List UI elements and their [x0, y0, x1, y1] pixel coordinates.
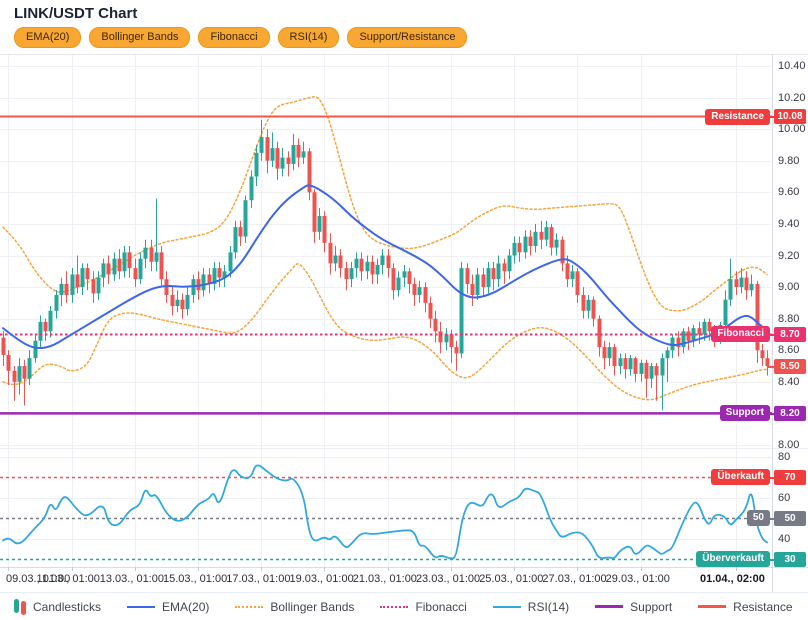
- fibonacci-label-badge: Fibonacci: [711, 326, 770, 343]
- legend-line-swatch: [698, 605, 727, 608]
- time-tick-mark: [735, 567, 737, 571]
- price-tick-label: 10.20: [778, 91, 806, 104]
- price-tick-label: 8.40: [778, 375, 800, 388]
- rsi-overbought-price-badge: 70: [768, 469, 806, 485]
- chart-legend: Candlesticks EMA(20) Bollinger Bands Fibona…: [0, 592, 808, 620]
- legend-line-swatch: [380, 605, 409, 608]
- price-tick-label: 9.80: [778, 154, 800, 167]
- indicator-toggle-0[interactable]: EMA(20): [14, 27, 82, 48]
- price-tick-label: 10.00: [778, 123, 806, 136]
- price-tick-label: 8.60: [778, 344, 800, 357]
- time-tick-mark: [514, 567, 516, 571]
- legend-line-swatch: [127, 605, 156, 608]
- support-price-badge: 8.20: [768, 405, 806, 421]
- resistance-price-badge: 10.08: [768, 109, 806, 125]
- price-tick-label: 9.40: [778, 217, 800, 230]
- indicator-toggle-bar: EMA(20) Bollinger Bands Fibonacci RSI(14) Su…: [14, 27, 468, 48]
- legend-label: Candlesticks: [33, 599, 102, 614]
- rsi-oversold-label-badge: Überverkauft: [696, 551, 770, 567]
- legend-label: Bollinger Bands: [270, 599, 355, 614]
- price-tick-label: 9.00: [778, 281, 800, 294]
- legend-label: Fibonacci: [415, 599, 467, 614]
- rsi-tick-label: 40: [778, 532, 791, 545]
- rsi-midline-label-badge: 50: [746, 510, 770, 526]
- rsi-midline-price-badge: 50: [768, 510, 806, 526]
- legend-item-2: Bollinger Bands: [235, 600, 354, 614]
- time-tick-label: 29.03., 01:00: [605, 573, 670, 585]
- time-tick-mark: [450, 567, 452, 571]
- legend-item-3: Fibonacci: [380, 599, 467, 614]
- indicator-toggle-3[interactable]: RSI(14): [277, 27, 340, 48]
- rsi-tick-label: 60: [778, 491, 791, 504]
- time-tick-mark: [324, 567, 326, 571]
- legend-item-4: RSI(14): [492, 599, 570, 614]
- indicator-toggle-2[interactable]: Fibonacci: [198, 27, 270, 48]
- legend-item-5: Support: [595, 600, 672, 614]
- time-tick-mark: [71, 567, 73, 571]
- legend-label: RSI(14): [527, 599, 570, 614]
- time-scale-border: [0, 567, 808, 568]
- legend-line-swatch: [235, 605, 264, 608]
- time-tick-mark: [197, 567, 199, 571]
- resistance-label-badge: Resistance: [705, 108, 770, 125]
- legend-item-6: Resistance: [698, 599, 793, 614]
- price-tick-label: 9.60: [778, 186, 800, 199]
- rsi-pane-canvas[interactable]: [0, 449, 772, 567]
- time-tick-mark: [8, 567, 10, 571]
- time-tick-label: 13.03., 01:00: [99, 573, 164, 585]
- price-tick-label: 8.00: [778, 439, 800, 451]
- price-tick-label: 8.80: [778, 312, 800, 325]
- legend-line-swatch: [595, 605, 624, 608]
- rsi-overbought-label-badge: Überkauft: [711, 469, 770, 485]
- rsi-tick-label: 80: [778, 450, 791, 463]
- price-tick-label: 10.40: [778, 60, 806, 72]
- legend-label: EMA(20): [162, 599, 210, 614]
- time-tick-mark: [640, 567, 642, 571]
- time-tick-label: 25.03., 01:00: [479, 573, 544, 585]
- legend-label: Resistance: [733, 599, 793, 614]
- price-scale-border: [772, 54, 773, 592]
- time-tick-label: 23.03., 01:00: [415, 573, 481, 585]
- time-tick-label: 01.04., 02:00: [700, 573, 765, 585]
- indicator-toggle-4[interactable]: Support/Resistance: [347, 27, 468, 48]
- time-tick-mark: [261, 567, 263, 571]
- time-tick-label: 17.03., 01:00: [226, 573, 291, 585]
- legend-item-1: EMA(20): [127, 600, 209, 614]
- legend-label: Support: [630, 599, 673, 614]
- time-tick-label: 11.03., 01:00: [36, 573, 100, 585]
- indicator-toggle-1[interactable]: Bollinger Bands: [89, 27, 191, 48]
- last-price-badge: 8.50: [768, 358, 806, 374]
- price-pane-canvas[interactable]: [0, 55, 772, 449]
- legend-line-swatch: [492, 605, 521, 608]
- rsi-oversold-price-badge: 30: [768, 551, 806, 567]
- chart-app: LINK/USDT Chart EMA(20) Bollinger Bands Fi…: [0, 0, 808, 620]
- pane-separator: [0, 448, 808, 449]
- time-tick-mark: [134, 567, 136, 571]
- legend-item-0: Candlesticks: [14, 598, 102, 615]
- time-tick-label: 15.03., 01:00: [162, 573, 228, 585]
- time-tick-label: 19.03., 01:00: [289, 573, 354, 585]
- time-tick-mark: [577, 567, 579, 571]
- price-tick-label: 9.20: [778, 249, 800, 262]
- fibonacci-price-badge: 8.70: [768, 326, 806, 342]
- support-label-badge: Support: [719, 405, 770, 422]
- time-tick-label: 21.03., 01:00: [352, 573, 417, 585]
- time-tick-label: 27.03., 01:00: [542, 573, 607, 585]
- candlesticks-icon: [14, 598, 26, 615]
- time-tick-mark: [387, 567, 389, 571]
- page-title: LINK/USDT Chart: [14, 5, 138, 22]
